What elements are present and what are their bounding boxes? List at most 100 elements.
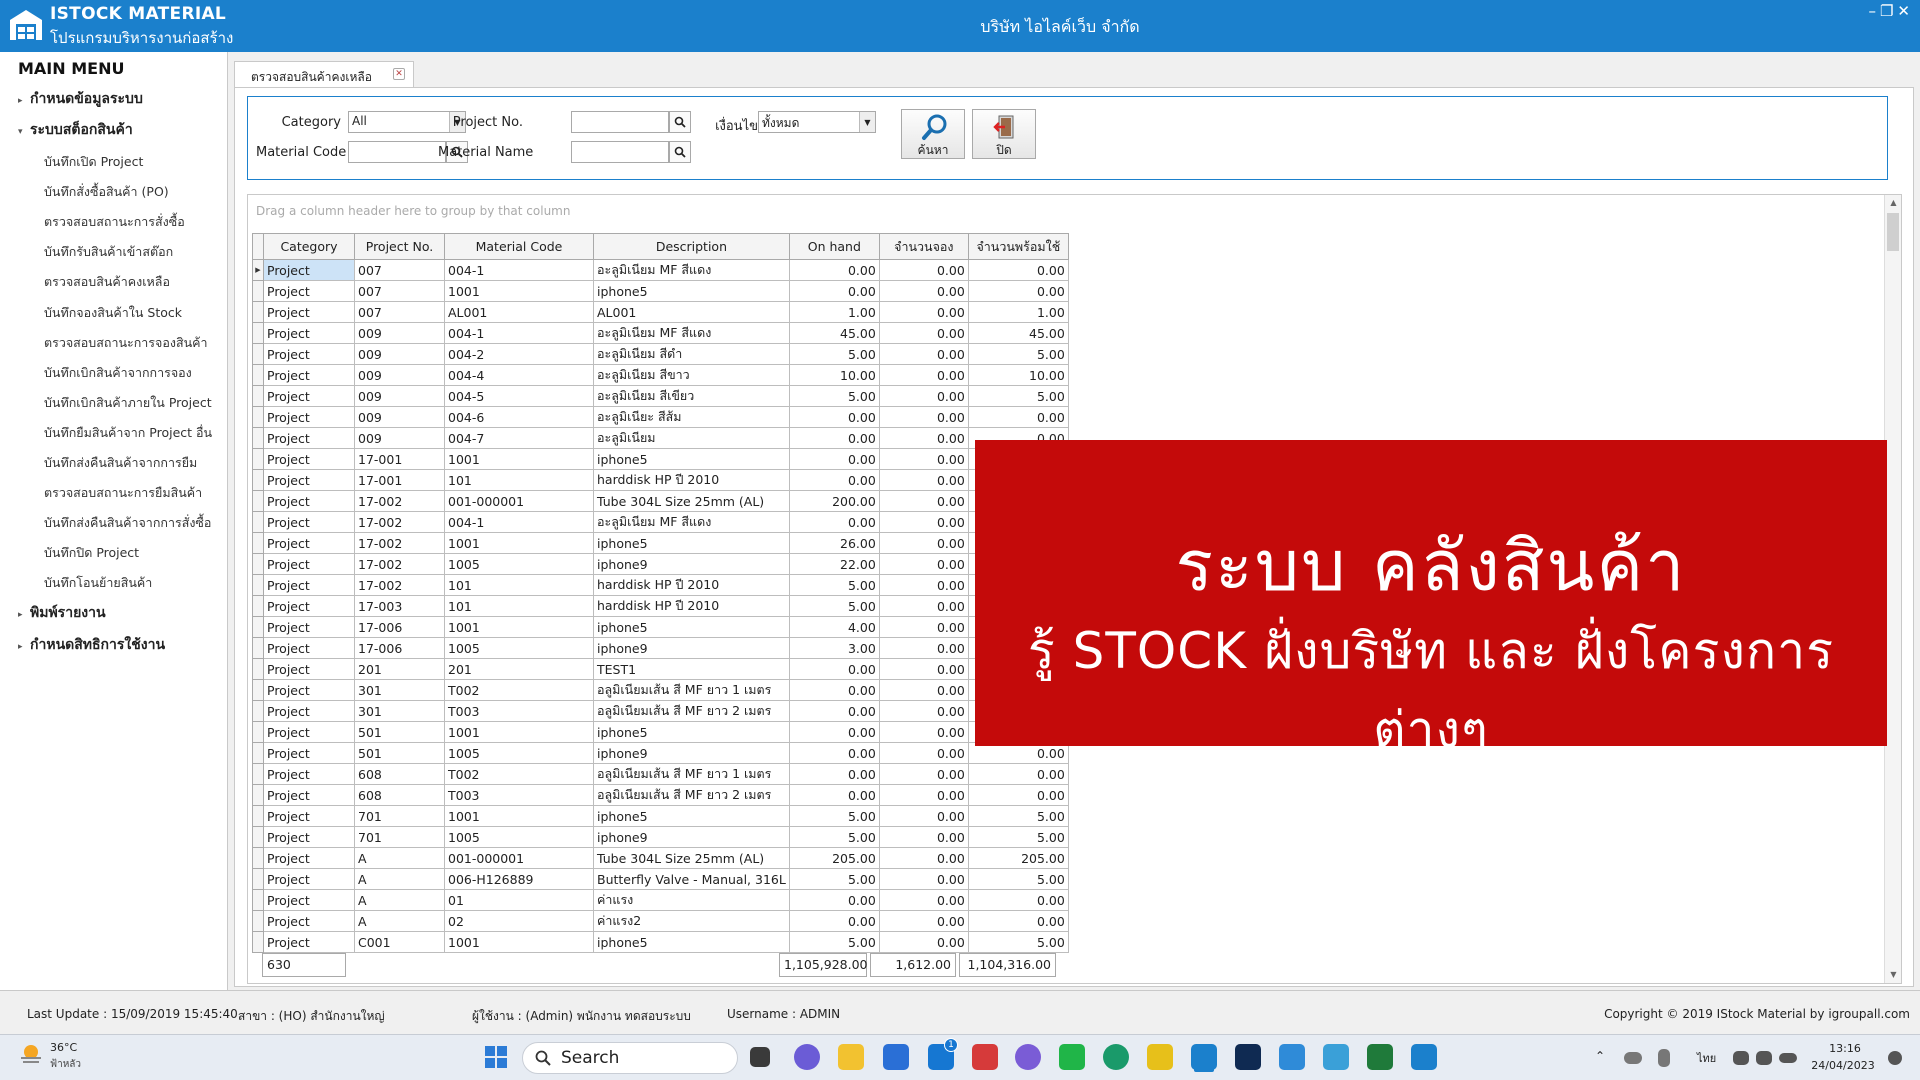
cell-material-code[interactable]: 004-7 — [444, 427, 594, 449]
row-indicator[interactable] — [252, 742, 264, 764]
column-header-category[interactable]: Category — [263, 233, 355, 260]
cell-material-code[interactable]: 1001 — [444, 805, 594, 827]
cell-project-no[interactable]: 301 — [354, 679, 445, 701]
cell-on-hand[interactable]: 0.00 — [788, 658, 880, 680]
cell-material-code[interactable]: 201 — [444, 658, 594, 680]
table-row[interactable]: Project17-0021001iphone526.000.0026.00 — [252, 532, 1069, 554]
cell-material-code[interactable]: 004-1 — [444, 511, 594, 533]
taskbar-search[interactable]: Search — [522, 1042, 738, 1074]
cell-description[interactable]: iphone5 — [593, 280, 790, 302]
row-indicator[interactable] — [252, 322, 264, 344]
cell-on-hand[interactable]: 0.00 — [788, 427, 880, 449]
cell-on-hand[interactable]: 5.00 — [788, 385, 880, 407]
table-row[interactable]: Project 701 1001 iphone5 5.00 0.00 5.00 — [252, 805, 1069, 827]
cell-on-hand[interactable]: 10.00 — [788, 364, 880, 386]
row-indicator[interactable] — [252, 931, 264, 953]
cell-reserved[interactable]: 0.00 — [878, 427, 969, 449]
row-indicator[interactable] — [252, 280, 264, 302]
cell-project-no[interactable]: 009 — [354, 427, 445, 449]
cell-description[interactable]: harddisk HP ปี 2010 — [593, 469, 790, 491]
photos-icon[interactable] — [1323, 1044, 1349, 1070]
cell-description[interactable]: อลูมิเนียมเส้น สี MF ยาว 1 เมตร — [593, 763, 790, 785]
cell-material-code[interactable]: 004-6 — [444, 406, 594, 428]
cell-available[interactable]: 45.00 — [967, 322, 1069, 344]
row-indicator[interactable] — [252, 721, 264, 743]
cell-on-hand[interactable]: 0.00 — [788, 280, 880, 302]
cell-description[interactable]: harddisk HP ปี 2010 — [593, 574, 790, 596]
cell-description[interactable]: Butterfly Valve - Manual, 316L — [593, 868, 790, 890]
cell-project-no[interactable]: 009 — [354, 364, 445, 386]
row-indicator[interactable] — [252, 826, 264, 848]
table-row[interactable]: Project A 006-H126889 Butterfly Valve - Man… — [252, 868, 1069, 890]
cell-material-code[interactable]: 1005 — [444, 742, 594, 764]
table-row[interactable]: Project 608 T002 อลูมิเนียมเส้น สี MF ยาว 1… — [252, 763, 1069, 785]
sun-haze-icon[interactable] — [18, 1041, 44, 1067]
row-indicator[interactable] — [252, 784, 264, 806]
gift-icon[interactable] — [972, 1044, 998, 1070]
cell-reserved[interactable]: 0.00 — [878, 658, 969, 680]
row-indicator[interactable] — [252, 343, 264, 365]
cell-description[interactable]: ค่าแรง — [593, 889, 790, 911]
cell-description[interactable]: iphone5 — [593, 931, 790, 953]
cell-project-no[interactable]: 201 — [354, 658, 445, 680]
material-code-input[interactable] — [348, 141, 446, 163]
cell-material-code[interactable]: 1001 — [444, 532, 594, 554]
notepad-icon[interactable] — [1279, 1044, 1305, 1070]
menu-item-borrow-status[interactable]: ตรวจสอบสถานะการยืมสินค้า — [44, 483, 202, 503]
cell-project-no[interactable]: 007 — [354, 301, 445, 323]
tab-stock-balance[interactable]: ตรวจสอบสินค้าคงเหลือ ✕ — [234, 61, 414, 87]
excel-icon[interactable] — [1367, 1044, 1393, 1070]
cell-on-hand[interactable]: 5.00 — [788, 931, 880, 953]
menu-item-withdraw-reserved[interactable]: บันทึกเบิกสินค้าจากการจอง — [44, 363, 192, 383]
cell-available[interactable]: 0.00 — [967, 889, 1069, 911]
cell-project-no[interactable]: 608 — [354, 763, 445, 785]
cell-project-no[interactable]: 17-001 — [354, 448, 445, 470]
cell-project-no[interactable]: A — [354, 847, 445, 869]
clock-date[interactable]: 24/04/2023 — [1808, 1059, 1878, 1072]
volume-icon[interactable] — [1756, 1051, 1772, 1065]
cell-material-code[interactable]: 004-2 — [444, 343, 594, 365]
cell-on-hand[interactable]: 200.00 — [788, 490, 880, 512]
cell-category[interactable]: Project — [263, 595, 355, 617]
cell-reserved[interactable]: 0.00 — [878, 826, 969, 848]
material-name-input[interactable] — [571, 141, 669, 163]
table-row[interactable]: Project5011001iphone50.000.000.00 — [252, 721, 1069, 743]
table-row[interactable]: Project 009 004-6 อะลูมิเนียะ สีส้ม 0.00 0.00… — [252, 406, 1069, 428]
cell-on-hand[interactable]: 26.00 — [788, 532, 880, 554]
table-row[interactable]: Project C001 1001 iphone5 5.00 0.00 5.00 — [252, 931, 1069, 953]
cell-category[interactable]: Project — [263, 574, 355, 596]
row-indicator[interactable] — [252, 637, 264, 659]
cell-project-no[interactable]: 17-001 — [354, 469, 445, 491]
cell-reserved[interactable]: 0.00 — [878, 469, 969, 491]
menu-item-stock-balance[interactable]: ตรวจสอบสินค้าคงเหลือ — [44, 272, 170, 292]
cell-project-no[interactable]: A — [354, 910, 445, 932]
table-row[interactable]: Project 009 004-5 อะลูมิเนียม สีเขียว 5.00 0.… — [252, 385, 1069, 407]
menu-group-reports[interactable]: ▸ พิมพ์รายงาน — [18, 602, 106, 624]
cell-material-code[interactable]: 1001 — [444, 931, 594, 953]
cell-material-code[interactable]: T003 — [444, 700, 594, 722]
cell-description[interactable]: Tube 304L Size 25mm (AL) — [593, 490, 790, 512]
cell-reserved[interactable]: 0.00 — [878, 910, 969, 932]
cell-project-no[interactable]: 501 — [354, 742, 445, 764]
table-row[interactable]: Project A 001-000001 Tube 304L Size 25mm (A… — [252, 847, 1069, 869]
row-indicator[interactable] — [252, 574, 264, 596]
cell-category[interactable]: Project — [263, 406, 355, 428]
menu-item-order-status[interactable]: ตรวจสอบสถานะการสั่งซื้อ — [44, 212, 185, 232]
cell-category[interactable]: Project — [263, 742, 355, 764]
cell-available[interactable]: 5.00 — [967, 826, 1069, 848]
cell-on-hand[interactable]: 5.00 — [788, 868, 880, 890]
cell-category[interactable]: Project — [263, 343, 355, 365]
table-row[interactable]: ▶ Project 007 004-1 อะลูมิเนียม MF สีแดง 0.00… — [252, 259, 1069, 281]
cell-project-no[interactable]: 501 — [354, 721, 445, 743]
cell-category[interactable]: Project — [263, 511, 355, 533]
cell-on-hand[interactable]: 0.00 — [788, 259, 880, 281]
table-row[interactable]: Project 009 004-1 อะลูมิเนียม MF สีแดง 45.00… — [252, 322, 1069, 344]
cell-category[interactable]: Project — [263, 847, 355, 869]
cell-description[interactable]: อลูมิเนียมเส้น สี MF ยาว 1 เมตร — [593, 679, 790, 701]
cell-available[interactable]: 5.00 — [967, 343, 1069, 365]
menu-item-purchase-order[interactable]: บันทึกสั่งซื้อสินค้า (PO) — [44, 182, 169, 202]
table-row[interactable]: Project 301 T003 อลูมิเนียมเส้น สี MF ยาว 2… — [252, 700, 1069, 722]
cell-description[interactable]: อลูมิเนียมเส้น สี MF ยาว 2 เมตร — [593, 700, 790, 722]
cell-reserved[interactable]: 0.00 — [878, 847, 969, 869]
cell-category[interactable]: Project — [263, 637, 355, 659]
